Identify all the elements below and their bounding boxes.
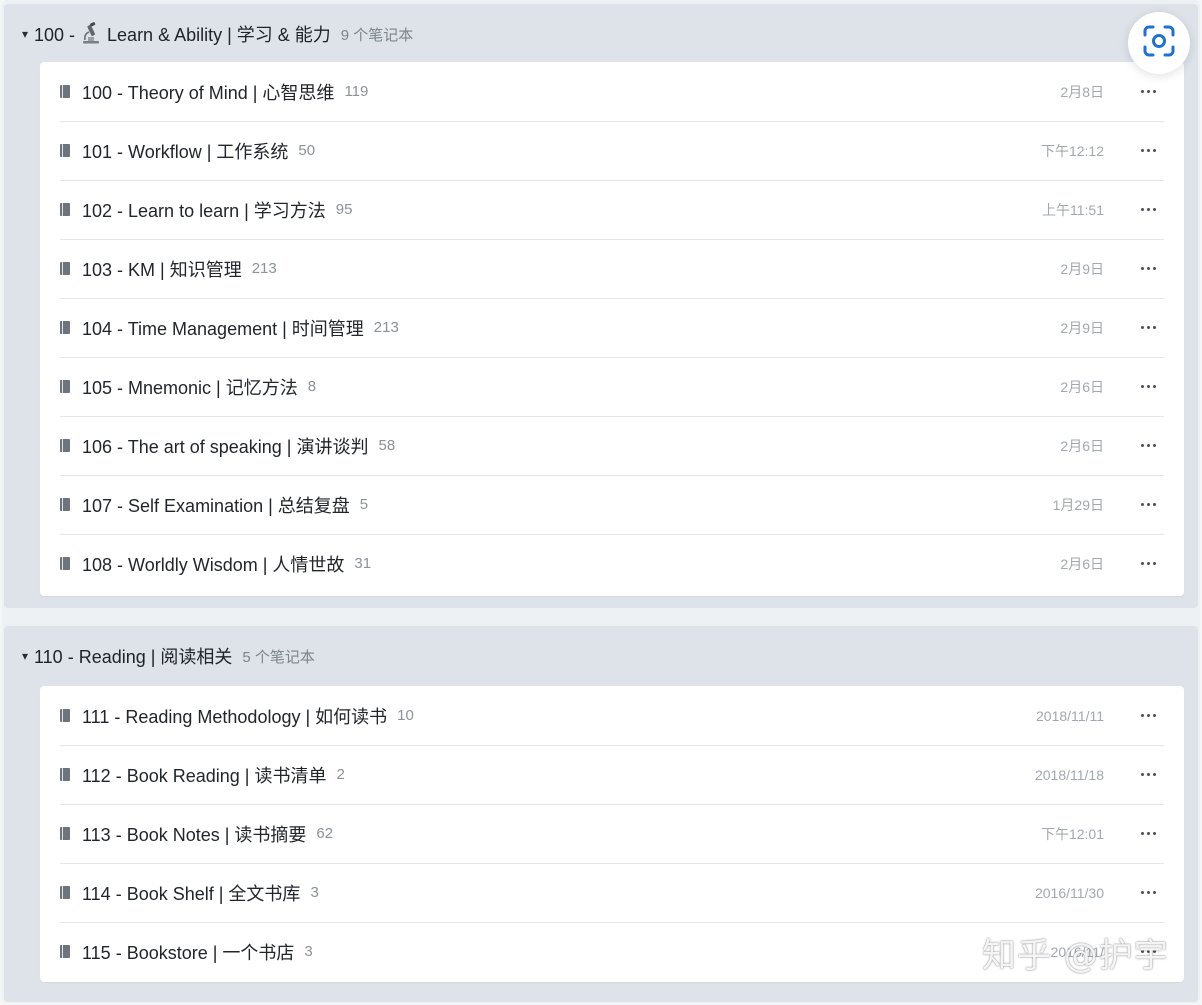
- more-options-icon[interactable]: [1130, 180, 1166, 239]
- notebook-title: 104 - Time Management | 时间管理: [82, 318, 364, 339]
- watermark-text: 知乎 @护宇: [982, 936, 1169, 976]
- notebook-title: 114 - Book Shelf | 全文书库: [82, 883, 301, 904]
- notebook-row[interactable]: 107 - Self Examination | 总结复盘 5 1月29日: [60, 475, 1164, 535]
- more-options-icon[interactable]: [1130, 239, 1166, 298]
- notebook-icon: [60, 203, 70, 216]
- note-count: 50: [298, 142, 316, 159]
- note-count: 10: [397, 707, 414, 724]
- stack-title: 110 - Reading | 阅读相关: [34, 647, 233, 667]
- note-count: 213: [251, 260, 277, 277]
- updated-date: 1月29日: [1052, 496, 1104, 513]
- notebook-icon: [60, 380, 70, 393]
- note-count: 119: [344, 83, 369, 100]
- updated-date: 下午12:01: [1040, 825, 1104, 842]
- notebook-title: 100 - Theory of Mind | 心智思维: [82, 82, 335, 103]
- notebook-row[interactable]: 108 - Worldly Wisdom | 人情世故 31 2月6日: [60, 534, 1164, 593]
- notebook-icon: [60, 498, 70, 511]
- notebook-title: 102 - Learn to learn | 学习方法: [82, 200, 326, 221]
- updated-date: 下午12:12: [1040, 142, 1104, 159]
- notebook-title: 108 - Worldly Wisdom | 人情世故: [82, 554, 345, 575]
- updated-date: 2月9日: [1060, 319, 1104, 336]
- notebook-icon: [60, 709, 70, 722]
- notebook-icon: [60, 85, 70, 98]
- notebook-row[interactable]: 114 - Book Shelf | 全文书库 3 2016/11/30: [60, 863, 1164, 923]
- more-options-icon[interactable]: [1130, 804, 1166, 863]
- note-count: 31: [354, 555, 372, 572]
- note-count: 3: [310, 884, 319, 901]
- notebook-row[interactable]: 111 - Reading Methodology | 如何读书 10 2018…: [60, 686, 1164, 746]
- notebook-row[interactable]: 102 - Learn to learn | 学习方法 95 上午11:51: [60, 180, 1164, 240]
- notebook-stack-view: ▾ 100 - Learn & Ability | 学习 & 能力 9 个笔记本 …: [0, 0, 1202, 1005]
- notebook-icon: [60, 827, 70, 840]
- notebook-icon: [60, 144, 70, 157]
- updated-date: 上午11:51: [1042, 201, 1104, 218]
- notebook-title: 105 - Mnemonic | 记忆方法: [82, 377, 298, 398]
- updated-date: 2016/11/30: [1034, 884, 1104, 901]
- updated-date: 2月6日: [1060, 555, 1104, 572]
- stack-title-prefix: 100 -: [34, 25, 76, 45]
- notebook-title: 107 - Self Examination | 总结复盘: [82, 495, 350, 516]
- notebook-stack-learn-ability: ▾ 100 - Learn & Ability | 学习 & 能力 9 个笔记本 …: [4, 4, 1198, 608]
- microscope-icon: [81, 22, 101, 44]
- notebook-title: 106 - The art of speaking | 演讲谈判: [82, 436, 369, 457]
- note-count: 95: [335, 201, 353, 218]
- notebook-title: 115 - Bookstore | 一个书店: [82, 942, 295, 963]
- note-count: 8: [307, 378, 317, 395]
- notebook-row[interactable]: 101 - Workflow | 工作系统 50 下午12:12: [60, 121, 1164, 181]
- notebook-row[interactable]: 113 - Book Notes | 读书摘要 62 下午12:01: [60, 804, 1164, 864]
- updated-date: 2月6日: [1060, 378, 1104, 395]
- note-count: 58: [378, 437, 396, 454]
- scan-lens-icon: [1142, 24, 1176, 63]
- notebook-row[interactable]: 103 - KM | 知识管理 213 2月9日: [60, 239, 1164, 299]
- stack-title: 100 - Learn & Ability | 学习 & 能力: [34, 21, 331, 47]
- notebook-icon: [60, 886, 70, 899]
- notebook-list: 100 - Theory of Mind | 心智思维 119 2月8日 101…: [40, 62, 1184, 596]
- notebook-row[interactable]: 104 - Time Management | 时间管理 213 2月9日: [60, 298, 1164, 358]
- more-options-icon[interactable]: [1130, 686, 1166, 745]
- stack-title-text: Learn & Ability | 学习 & 能力: [107, 25, 331, 45]
- stack-header[interactable]: ▾ 110 - Reading | 阅读相关 5 个笔记本: [4, 626, 1198, 686]
- more-options-icon[interactable]: [1130, 121, 1166, 180]
- notebook-icon: [60, 557, 70, 570]
- chevron-down-icon[interactable]: ▾: [4, 27, 34, 41]
- scan-lens-button[interactable]: [1128, 12, 1190, 74]
- notebook-row[interactable]: 105 - Mnemonic | 记忆方法 8 2月6日: [60, 357, 1164, 417]
- stack-notebook-count: 5 个笔记本: [242, 648, 315, 666]
- updated-date: 2月9日: [1060, 260, 1104, 277]
- stack-notebook-count: 9 个笔记本: [340, 26, 414, 44]
- more-options-icon[interactable]: [1130, 475, 1166, 534]
- notebook-title: 112 - Book Reading | 读书清单: [82, 765, 327, 786]
- notebook-icon: [60, 262, 70, 275]
- more-options-icon[interactable]: [1130, 745, 1166, 804]
- updated-date: 2018/11/18: [1034, 766, 1104, 783]
- stack-header[interactable]: ▾ 100 - Learn & Ability | 学习 & 能力 9 个笔记本: [4, 4, 1198, 64]
- notebook-icon: [60, 945, 70, 958]
- more-options-icon[interactable]: [1130, 863, 1166, 922]
- note-count: 213: [373, 319, 399, 336]
- note-count: 2: [336, 766, 345, 783]
- notebook-title: 113 - Book Notes | 读书摘要: [82, 824, 307, 845]
- notebook-title: 111 - Reading Methodology | 如何读书: [82, 706, 388, 727]
- more-options-icon[interactable]: [1130, 298, 1166, 357]
- updated-date: 2月6日: [1060, 437, 1104, 454]
- note-count: 5: [359, 496, 369, 513]
- notebook-title: 101 - Workflow | 工作系统: [82, 141, 289, 162]
- more-options-icon[interactable]: [1130, 416, 1166, 475]
- notebook-icon: [60, 768, 70, 781]
- notebook-row[interactable]: 106 - The art of speaking | 演讲谈判 58 2月6日: [60, 416, 1164, 476]
- notebook-icon: [60, 321, 70, 334]
- updated-date: 2月8日: [1060, 83, 1104, 100]
- more-options-icon[interactable]: [1130, 534, 1166, 593]
- notebook-row[interactable]: 100 - Theory of Mind | 心智思维 119 2月8日: [60, 62, 1164, 122]
- updated-date: 2018/11/11: [1036, 707, 1104, 724]
- note-count: 3: [304, 943, 313, 960]
- notebook-icon: [60, 439, 70, 452]
- chevron-down-icon[interactable]: ▾: [4, 649, 34, 663]
- notebook-row[interactable]: 112 - Book Reading | 读书清单 2 2018/11/18: [60, 745, 1164, 805]
- note-count: 62: [316, 825, 334, 842]
- notebook-title: 103 - KM | 知识管理: [82, 259, 242, 280]
- more-options-icon[interactable]: [1130, 357, 1166, 416]
